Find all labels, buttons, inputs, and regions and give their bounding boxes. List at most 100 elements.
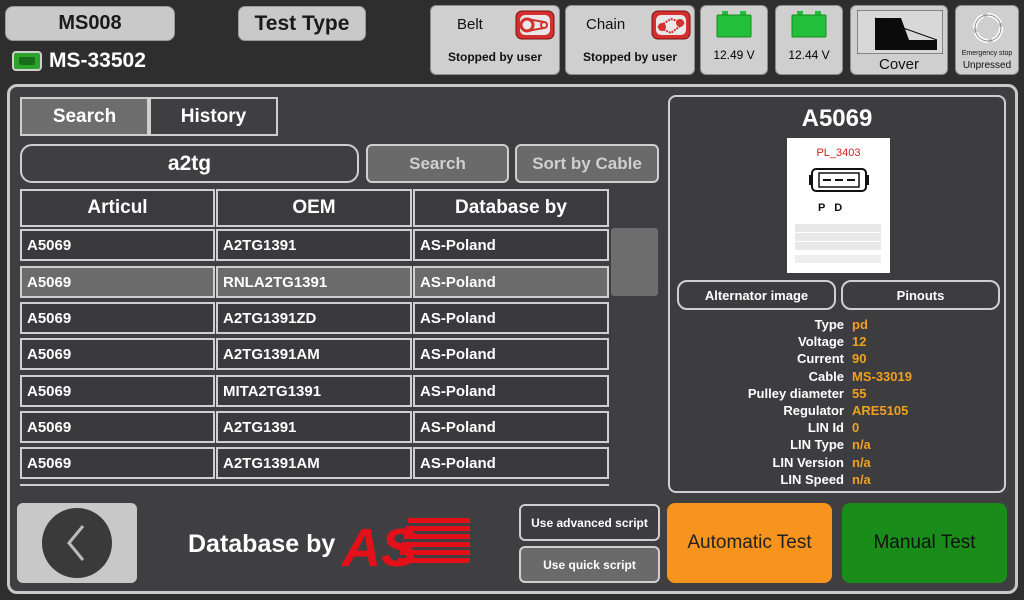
cell-articul: A5069 <box>20 302 215 334</box>
battery-icon <box>791 11 827 38</box>
spec-label: Voltage <box>798 334 844 350</box>
emergency-stop-tile: Emergency stop Unpressed <box>955 5 1019 75</box>
spec-row: LIN Version n/a <box>670 455 1004 472</box>
battery-2-voltage: 12.44 V <box>788 48 830 62</box>
belt-status: Stopped by user <box>447 50 542 64</box>
spec-label: Cable <box>808 368 844 384</box>
cover-tile[interactable]: Cover <box>850 5 948 75</box>
pinout-image: PL_3403 P D <box>787 138 890 273</box>
results-table: Articul OEM Database by A5069 A2TG1391 AS-… <box>20 189 610 489</box>
spec-row: Current 90 <box>670 351 1004 368</box>
pinout-legend <box>795 242 881 250</box>
spec-label: Pulley diameter <box>747 385 844 401</box>
advanced-script-button[interactable]: Use advanced script <box>519 504 660 541</box>
spec-label: LIN Version <box>772 454 844 470</box>
connection-id: MS-33502 <box>49 49 146 72</box>
spec-value: MS-33019 <box>852 368 912 384</box>
tab-search[interactable]: Search <box>20 97 149 136</box>
cell-articul: A5069 <box>20 266 215 298</box>
spec-label: Regulator <box>783 403 844 418</box>
cell-database: AS-Poland <box>413 411 609 443</box>
spec-row: LIN Type n/a <box>670 437 1004 454</box>
as-logo: AS <box>340 518 470 568</box>
cell-oem: A2TG1391AM <box>216 447 412 479</box>
battery-1-voltage: 12.49 V <box>713 48 755 62</box>
quick-script-button[interactable]: Use quick script <box>519 546 660 583</box>
cell-oem: A2TG1391ZD <box>216 302 412 334</box>
belt-tile[interactable]: Belt Stopped by user <box>430 5 560 75</box>
scrollbar-thumb[interactable] <box>611 228 658 296</box>
spec-row: Pulley diameter 55 <box>670 386 1004 403</box>
detail-panel: A5069 PL_3403 P D Alternator image Pinou… <box>668 95 1006 493</box>
spec-value: 90 <box>852 351 867 367</box>
manual-test-button[interactable]: Manual Test <box>842 503 1007 583</box>
chain-tile[interactable]: Chain Stopped by user <box>565 5 695 75</box>
connection-status: MS-33502 <box>12 49 146 73</box>
spec-row: Regulator ARE5105 <box>670 403 1004 420</box>
spec-value: 12 <box>852 334 867 350</box>
battery-1-tile: 12.49 V <box>700 5 768 75</box>
spec-row: Type pd <box>670 317 1004 334</box>
battery-2-tile: 12.44 V <box>775 5 843 75</box>
spec-value: 55 <box>852 385 867 401</box>
cell-database: AS-Poland <box>413 302 609 334</box>
belt-title: Belt <box>457 16 483 33</box>
belt-icon <box>515 10 555 40</box>
alternator-image-button[interactable]: Alternator image <box>677 280 836 310</box>
spec-row: LIN Id 0 <box>670 420 1004 437</box>
cell-oem: MITA2TG1391 <box>216 375 412 407</box>
pinout-legend <box>795 233 881 241</box>
spec-row: Voltage 12 <box>670 334 1004 351</box>
battery-icon <box>716 11 752 38</box>
cell-database: AS-Poland <box>413 229 609 261</box>
cell-oem: A2TG1391 <box>216 411 412 443</box>
search-button[interactable]: Search <box>366 144 509 183</box>
cell-articul: A5069 <box>20 411 215 443</box>
column-header-oem[interactable]: OEM <box>216 189 412 227</box>
spec-label: Current <box>797 351 844 367</box>
chain-title: Chain <box>586 16 626 33</box>
pinout-legend <box>795 224 881 232</box>
spec-value: n/a <box>852 471 871 487</box>
spec-label: LIN Type <box>790 437 844 453</box>
search-input[interactable]: a2tg <box>20 144 359 183</box>
tab-history[interactable]: History <box>149 97 278 136</box>
cell-database: AS-Poland <box>413 266 609 298</box>
cell-articul: A5069 <box>20 229 215 261</box>
pinout-code: PL_3403 <box>816 147 861 159</box>
spec-row: Cable MS-33019 <box>670 369 1004 386</box>
spec-row: LIN Speed n/a <box>670 472 1004 489</box>
connection-icon <box>12 51 42 71</box>
cell-oem: A2TG1391AM <box>216 338 412 370</box>
chain-status: Stopped by user <box>582 50 677 64</box>
device-id-badge: MS008 <box>5 6 175 41</box>
connector-icon <box>809 168 869 192</box>
spec-label: LIN Id <box>807 420 844 436</box>
cell-oem: RNLA2TG1391 <box>216 266 412 298</box>
spec-value: pd <box>852 317 868 332</box>
column-header-articul[interactable]: Articul <box>20 189 215 227</box>
cover-icon <box>857 10 943 54</box>
emergency-title: Emergency stop <box>961 50 1013 57</box>
test-type-button[interactable]: Test Type <box>238 6 366 41</box>
pinouts-button[interactable]: Pinouts <box>841 280 1000 310</box>
column-header-database[interactable]: Database by <box>413 189 609 227</box>
cell-articul: A5069 <box>20 447 215 479</box>
spec-value: 0 <box>852 420 860 436</box>
table-row-partial <box>20 484 609 489</box>
automatic-test-button[interactable]: Automatic Test <box>667 503 832 583</box>
chevron-left-icon <box>42 508 112 578</box>
cell-articul: A5069 <box>20 338 215 370</box>
emergency-status: Unpressed <box>962 60 1012 71</box>
back-button[interactable] <box>17 503 137 583</box>
pinout-pins: P D <box>818 202 843 214</box>
cell-oem: A2TG1391 <box>216 229 412 261</box>
sort-by-cable-button[interactable]: Sort by Cable <box>515 144 659 183</box>
refresh-icon <box>973 13 1003 43</box>
cell-database: AS-Poland <box>413 447 609 479</box>
spec-label: Type <box>814 317 844 332</box>
cover-label: Cover <box>878 56 919 73</box>
spec-value: n/a <box>852 454 871 470</box>
chain-icon <box>651 10 691 40</box>
pinout-legend <box>795 255 881 263</box>
